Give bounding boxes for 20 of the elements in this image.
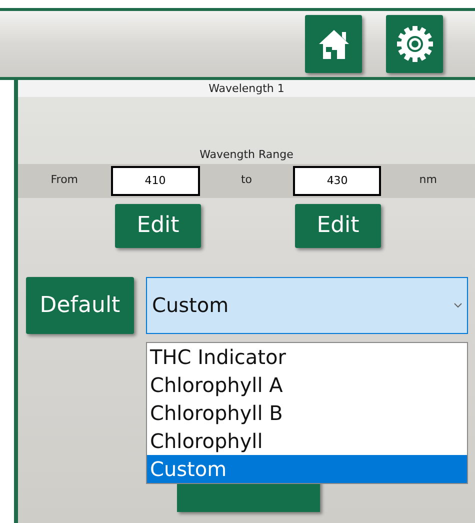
home-button[interactable] [305, 15, 362, 73]
settings-icon [394, 24, 434, 64]
edit-button[interactable]: Edit [115, 204, 201, 248]
settings-button[interactable] [386, 15, 443, 73]
dropdown[interactable]: Custom [146, 276, 468, 334]
from-label: From [50, 172, 80, 188]
dropdown-option[interactable]: Chlorophyll A [147, 371, 467, 399]
dropdown-option[interactable]: Custom [147, 455, 467, 483]
to-input[interactable]: 430 [293, 166, 382, 196]
chevron-icon [454, 302, 462, 308]
edit-button[interactable]: Edit [295, 204, 381, 248]
panel-title: Wavelength 1 [18, 80, 475, 97]
default-button[interactable]: Default [26, 276, 134, 334]
dropdown-option[interactable]: Chlorophyll [147, 427, 467, 455]
dropdown-option[interactable]: Chlorophyll B [147, 399, 467, 427]
unit-label: nm [418, 172, 438, 188]
dropdown-option[interactable]: THC Indicator [147, 343, 467, 371]
range-label: Wavength Range [200, 147, 294, 163]
to-label: to [240, 172, 254, 188]
from-input[interactable]: 410 [110, 166, 200, 196]
